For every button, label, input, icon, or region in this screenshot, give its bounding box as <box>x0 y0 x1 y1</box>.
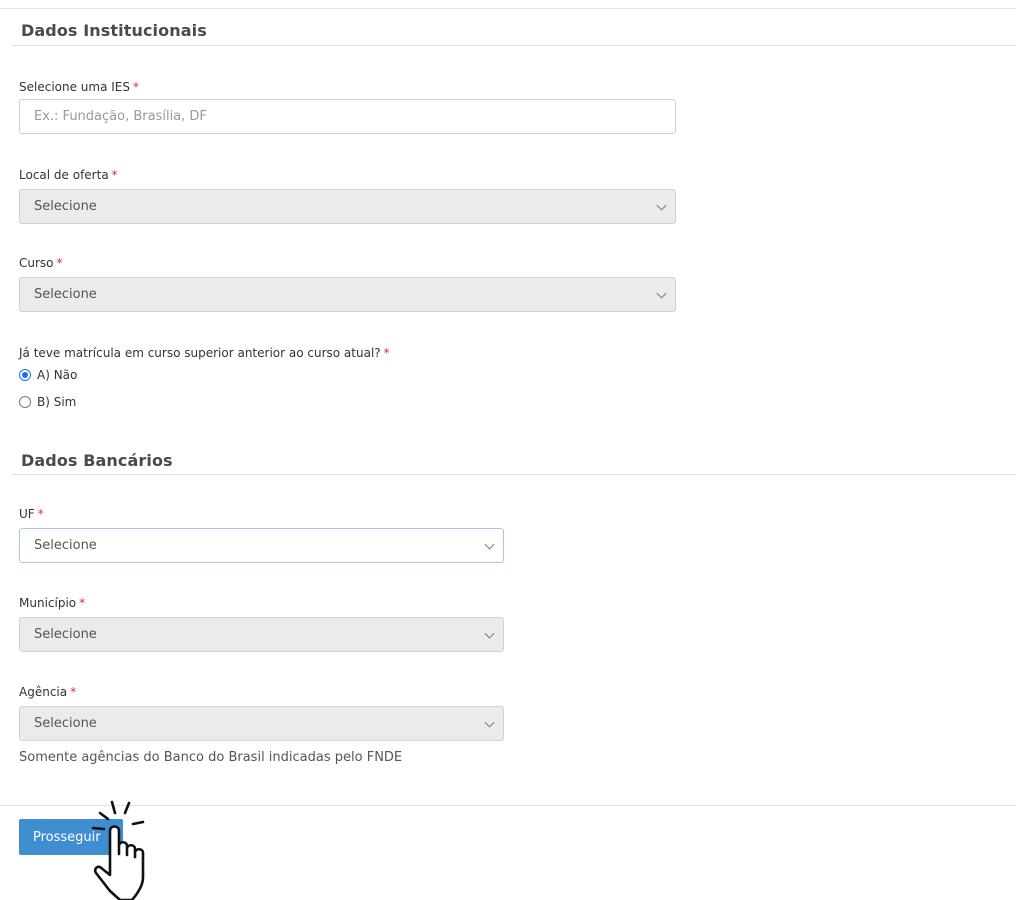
agencia-select[interactable]: Selecione <box>19 706 504 741</box>
municipio-value: Selecione <box>34 627 97 642</box>
chevron-down-icon <box>656 288 667 299</box>
matricula-question: Já teve matrícula em curso superior ante… <box>19 346 390 360</box>
chevron-down-icon <box>484 539 495 550</box>
section-divider <box>12 45 1016 46</box>
hand-pointer-icon <box>91 800 145 900</box>
radio-label-nao: A) Não <box>37 368 78 382</box>
radio-button[interactable] <box>19 396 31 408</box>
curso-label: Curso * <box>19 256 63 270</box>
ies-search-input[interactable]: Ex.: Fundação, Brasília, DF <box>19 99 676 134</box>
ies-label: Selecione uma IES * <box>19 80 139 94</box>
section-title-institucional: Dados Institucionais <box>21 21 207 40</box>
local-oferta-value: Selecione <box>34 199 97 214</box>
chevron-down-icon <box>656 200 667 211</box>
uf-value: Selecione <box>34 538 97 553</box>
local-oferta-label: Local de oferta * <box>19 168 118 182</box>
chevron-down-icon <box>484 717 495 728</box>
top-divider <box>0 8 1016 9</box>
agencia-helper-text: Somente agências do Banco do Brasil indi… <box>19 750 403 765</box>
radio-label-sim: B) Sim <box>37 395 77 409</box>
agencia-value: Selecione <box>34 716 97 731</box>
chevron-down-icon <box>484 628 495 639</box>
radio-option-sim[interactable]: B) Sim <box>19 395 76 409</box>
local-oferta-select[interactable]: Selecione <box>19 189 676 224</box>
radio-option-nao[interactable]: A) Não <box>19 368 77 382</box>
uf-label: UF * <box>19 507 44 521</box>
section-divider <box>12 474 1016 475</box>
agencia-label: Agência * <box>19 685 77 699</box>
ies-placeholder: Ex.: Fundação, Brasília, DF <box>34 109 207 124</box>
section-title-bancario: Dados Bancários <box>21 451 173 470</box>
curso-select[interactable]: Selecione <box>19 277 676 312</box>
radio-button-checked[interactable] <box>19 369 31 381</box>
curso-value: Selecione <box>34 287 97 302</box>
municipio-select[interactable]: Selecione <box>19 617 504 652</box>
municipio-label: Município * <box>19 596 86 610</box>
uf-select[interactable]: Selecione <box>19 528 504 563</box>
